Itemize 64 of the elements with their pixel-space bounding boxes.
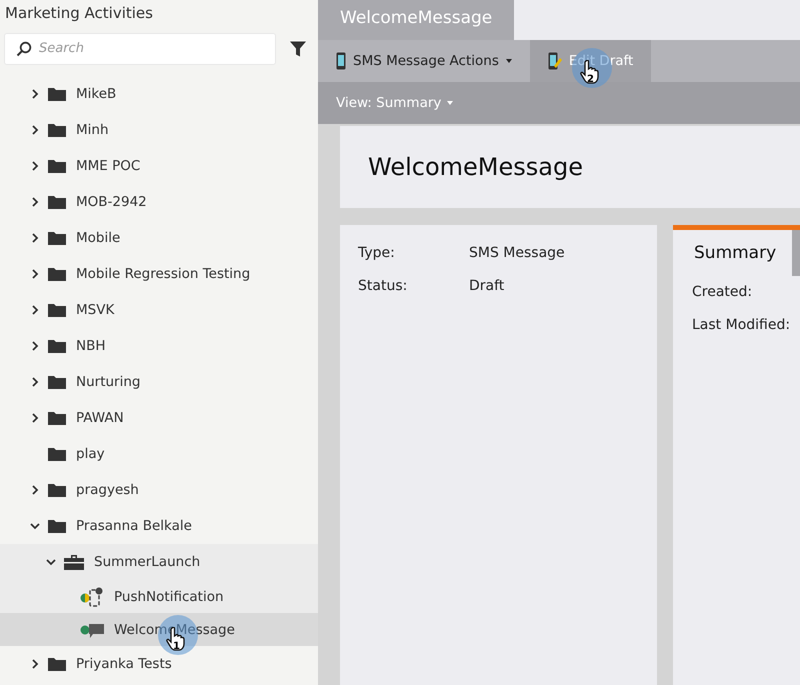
tree-item[interactable]: play	[76, 446, 105, 462]
push-notification-icon	[80, 586, 104, 606]
edit-icon	[548, 52, 562, 70]
tree-item[interactable]: Minh	[76, 122, 109, 138]
folder-icon	[48, 267, 66, 281]
folder-icon	[48, 303, 66, 317]
chevron-right-icon[interactable]	[30, 305, 40, 315]
tree-item[interactable]: MSVK	[76, 302, 114, 318]
field-label: Type:	[358, 245, 396, 263]
folder-icon	[48, 519, 66, 533]
chevron-right-icon[interactable]	[30, 377, 40, 387]
tree-item[interactable]: Nurturing	[76, 374, 140, 390]
folder-icon	[48, 375, 66, 389]
search-icon	[16, 40, 32, 56]
chevron-right-icon[interactable]	[30, 341, 40, 351]
tree-item[interactable]: Prasanna Belkale	[76, 518, 192, 534]
phone-icon	[336, 52, 346, 70]
chevron-right-icon[interactable]	[30, 485, 40, 495]
folder-icon	[48, 411, 66, 425]
tree-item[interactable]: NBH	[76, 338, 106, 354]
folder-icon	[48, 339, 66, 353]
tree-item[interactable]: MikeB	[76, 86, 116, 102]
chevron-right-icon[interactable]	[30, 125, 40, 135]
chevron-down-icon[interactable]	[30, 521, 40, 531]
folder-icon	[48, 447, 66, 461]
folder-icon	[48, 87, 66, 101]
folder-icon	[48, 657, 66, 671]
chevron-right-icon[interactable]	[30, 269, 40, 279]
step-number: 2	[587, 74, 594, 85]
folder-icon	[48, 159, 66, 173]
folder-icon	[48, 231, 66, 245]
field-label: Status:	[358, 278, 408, 296]
tree-item[interactable]: PushNotification	[114, 588, 224, 604]
caret-icon	[506, 59, 512, 63]
chevron-right-icon[interactable]	[30, 89, 40, 99]
folder-icon	[48, 483, 66, 497]
filter-icon[interactable]	[290, 40, 306, 57]
chevron-down-icon[interactable]	[46, 557, 56, 567]
caret-icon	[447, 101, 454, 105]
field-value: SMS Message	[469, 245, 565, 263]
chevron-right-icon[interactable]	[30, 659, 40, 669]
tree-item[interactable]: MME POC	[76, 158, 140, 174]
briefcase-icon	[64, 554, 84, 570]
chevron-right-icon[interactable]	[30, 233, 40, 243]
tree-item[interactable]: Mobile Regression Testing	[76, 266, 250, 282]
chevron-right-icon[interactable]	[30, 413, 40, 423]
search-field[interactable]: Search	[4, 32, 276, 64]
tree-item[interactable]: SummerLaunch	[94, 554, 200, 570]
tree-item[interactable]: PAWAN	[76, 410, 124, 426]
field-value: Draft	[469, 278, 504, 296]
folder-icon	[48, 123, 66, 137]
page-heading: WelcomeMessage	[368, 153, 583, 181]
tree-item[interactable]: Mobile	[76, 230, 120, 246]
field-label: Created:	[691, 283, 754, 302]
summary-tab[interactable]: Summary	[673, 243, 776, 263]
tree-item[interactable]: MOB-2942	[76, 194, 147, 210]
field-label: Last Modified:	[691, 316, 792, 335]
chevron-right-icon[interactable]	[30, 161, 40, 171]
chevron-right-icon[interactable]	[30, 197, 40, 207]
step-number: 1	[173, 641, 180, 652]
tree-item[interactable]: Priyanka Tests	[76, 656, 172, 672]
panel-title: Marketing Activities	[4, 3, 154, 24]
tree-item[interactable]: pragyesh	[76, 482, 139, 498]
folder-icon	[48, 195, 66, 209]
